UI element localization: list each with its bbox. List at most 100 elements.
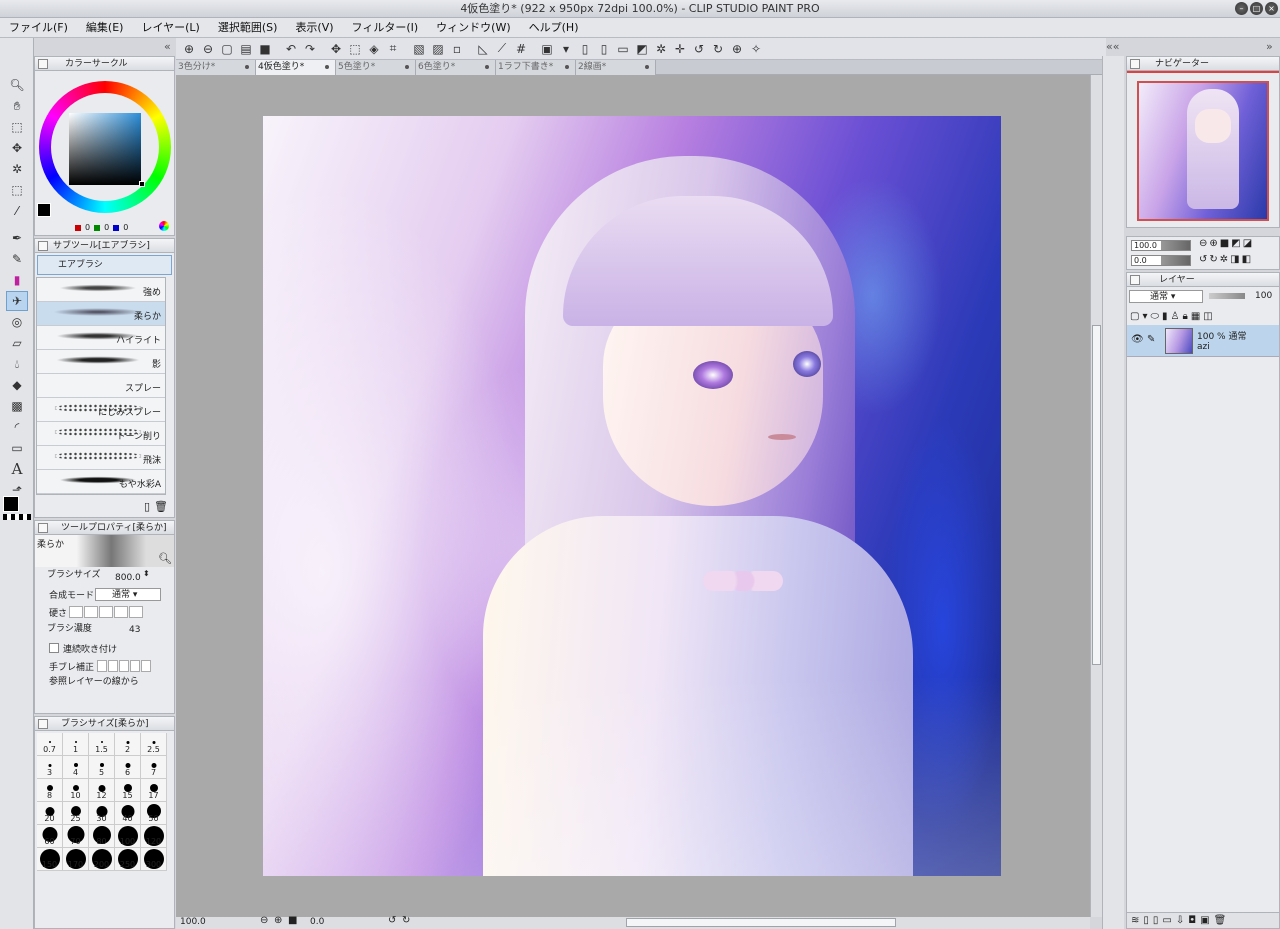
brush-item[interactable]: にじみスプレー bbox=[37, 398, 165, 422]
brush-size-preset[interactable]: 3 bbox=[37, 756, 63, 779]
brush-size-preset[interactable]: 250 bbox=[115, 848, 141, 871]
nav-flip-h-icon[interactable]: ◩ bbox=[1231, 238, 1240, 249]
layer-mask-icon[interactable]: ◫ bbox=[1203, 311, 1212, 322]
page-add-icon[interactable]: ▯ bbox=[595, 40, 613, 58]
airbrush-icon[interactable]: ✈︎ bbox=[6, 291, 28, 311]
clear-icon[interactable]: ▧ bbox=[410, 40, 428, 58]
new-folder-icon[interactable]: ▭ bbox=[1162, 915, 1171, 926]
nav-rotate-right-icon[interactable]: ↻ bbox=[1209, 254, 1217, 265]
magnify-icon[interactable]: 🔍︎ bbox=[158, 552, 172, 565]
display-icon[interactable]: ▣ bbox=[538, 40, 556, 58]
menu-selection[interactable]: 選択範囲(S) bbox=[209, 18, 287, 37]
layer-opacity-value[interactable]: 100 bbox=[1255, 291, 1272, 301]
brush-size-preset[interactable]: 300 bbox=[141, 848, 167, 871]
frame-icon[interactable]: ▭ bbox=[6, 438, 28, 458]
brush-size-preset[interactable]: 1.5 bbox=[89, 733, 115, 756]
layer-draft-icon[interactable]: ▮ bbox=[1162, 311, 1168, 322]
brush-size-preset[interactable]: 20 bbox=[37, 802, 63, 825]
menu-view[interactable]: 表示(V) bbox=[286, 18, 342, 37]
canvas-area[interactable] bbox=[176, 75, 1090, 917]
auto-select-icon[interactable]: ✲ bbox=[6, 159, 28, 179]
selection-tool-icon[interactable]: ⬚ bbox=[6, 180, 28, 200]
subtool-group-tab[interactable]: エアブラシ bbox=[37, 255, 172, 275]
brush-item[interactable]: 飛沫 bbox=[37, 446, 165, 470]
reference-icon[interactable]: ◩ bbox=[633, 40, 651, 58]
brush-item[interactable]: トーン削り bbox=[37, 422, 165, 446]
panel-menu-icon[interactable] bbox=[38, 719, 48, 729]
close-tab-icon[interactable] bbox=[485, 65, 489, 69]
nav-flip-v-icon[interactable]: ◪ bbox=[1243, 238, 1252, 249]
brush-size-preset[interactable]: 25 bbox=[63, 802, 89, 825]
doc-tab[interactable]: 6色塗り* bbox=[416, 60, 496, 75]
nav-zoom-out-icon[interactable]: ⊖ bbox=[1199, 238, 1207, 249]
menu-window[interactable]: ウィンドウ(W) bbox=[427, 18, 519, 37]
layer-stack-icon[interactable]: ≋ bbox=[1131, 915, 1139, 926]
status-zoom[interactable]: 100.0 bbox=[180, 917, 206, 927]
fill-icon[interactable]: ◈ bbox=[365, 40, 383, 58]
layer-opacity-slider[interactable] bbox=[1209, 293, 1245, 299]
ruler-icon[interactable]: ◺ bbox=[474, 40, 492, 58]
target-icon[interactable]: ⊕ bbox=[728, 40, 746, 58]
brush-size-preset[interactable]: 2 bbox=[115, 733, 141, 756]
doc-tab[interactable]: 3色分け* bbox=[176, 60, 256, 75]
delete-subtool-icon[interactable]: 🗑︎ bbox=[154, 500, 168, 513]
delete-layer-icon[interactable]: 🗑︎ bbox=[1214, 915, 1227, 926]
gradient-icon[interactable]: ▩ bbox=[6, 396, 28, 416]
main-color-box[interactable] bbox=[37, 203, 51, 217]
collapse-panel-icon[interactable]: « bbox=[164, 40, 171, 53]
navigator-zoom-slider[interactable]: 100.0 bbox=[1131, 240, 1191, 251]
eraser-icon[interactable]: ▱ bbox=[6, 333, 28, 353]
text-tool-icon[interactable]: A bbox=[6, 459, 28, 479]
brush-size-preset[interactable]: 17 bbox=[141, 779, 167, 802]
brush-size-preset[interactable]: 1 bbox=[63, 733, 89, 756]
menu-file[interactable]: ファイル(F) bbox=[0, 18, 77, 37]
eyedropper-icon[interactable]: ⁄ bbox=[6, 201, 28, 221]
mask-icon[interactable]: ◘ bbox=[1188, 915, 1196, 926]
brush-size-preset[interactable]: 60 bbox=[37, 825, 63, 848]
horizontal-scroll-thumb[interactable] bbox=[626, 918, 896, 927]
brush-size-preset[interactable]: 2.5 bbox=[141, 733, 167, 756]
brush-size-preset[interactable]: 4 bbox=[63, 756, 89, 779]
brush-size-preset[interactable]: 12 bbox=[89, 779, 115, 802]
nav-fit-icon[interactable]: ■ bbox=[1220, 238, 1229, 249]
hand-tool-icon[interactable]: ✋︎ bbox=[6, 96, 28, 116]
open-file-icon[interactable]: ▤ bbox=[237, 40, 255, 58]
brush-icon[interactable]: ▮ bbox=[6, 270, 28, 290]
saturation-value-square[interactable] bbox=[69, 113, 141, 185]
grid-icon[interactable]: # bbox=[512, 40, 530, 58]
nav-mirror-icon[interactable]: ◧ bbox=[1242, 254, 1251, 265]
panel-menu-icon[interactable] bbox=[38, 523, 48, 533]
brush-size-preset[interactable]: 120 bbox=[141, 825, 167, 848]
page-icon[interactable]: ▯ bbox=[576, 40, 594, 58]
new-raster-layer-icon[interactable]: ▯ bbox=[1143, 915, 1149, 926]
blend-mode-select[interactable]: 通常 ▾ bbox=[95, 587, 161, 601]
camera-icon[interactable]: ▣ bbox=[1200, 915, 1209, 926]
merge-down-icon[interactable]: ⇩ bbox=[1176, 915, 1184, 926]
perspective-icon[interactable]: ⟋ bbox=[493, 40, 511, 58]
layer-alpha-lock-icon[interactable]: ▦ bbox=[1191, 311, 1200, 322]
status-rotate[interactable]: 0.0 bbox=[310, 917, 324, 927]
navigator-rotate-slider[interactable]: 0.0 bbox=[1131, 255, 1191, 266]
brush-size-preset[interactable]: 50 bbox=[141, 802, 167, 825]
brush-item[interactable]: スプレー bbox=[37, 374, 165, 398]
expand-right-icon[interactable]: «« bbox=[1106, 40, 1119, 53]
nav-zoom-in-icon[interactable]: ⊕ bbox=[1209, 238, 1217, 249]
save-icon[interactable]: ■ bbox=[256, 40, 274, 58]
brush-size-preset[interactable]: 40 bbox=[115, 802, 141, 825]
brush-size-preset[interactable]: 6 bbox=[115, 756, 141, 779]
vertical-scroll-thumb[interactable] bbox=[1092, 325, 1101, 665]
move-layer-icon[interactable]: ✥ bbox=[6, 138, 28, 158]
doc-tab[interactable]: 5色塗り* bbox=[336, 60, 416, 75]
decoration-icon[interactable]: ◎ bbox=[6, 312, 28, 332]
stabilize-selector[interactable] bbox=[97, 660, 151, 672]
brush-item[interactable]: 強め bbox=[37, 278, 165, 302]
brush-item[interactable]: もや水彩A bbox=[37, 470, 165, 494]
status-rotate-left-icon[interactable]: ↺ bbox=[388, 915, 396, 926]
visibility-eye-icon[interactable]: 👁︎ bbox=[1131, 334, 1144, 345]
artwork-canvas[interactable] bbox=[263, 116, 1001, 876]
panel-menu-icon[interactable] bbox=[38, 59, 48, 69]
panel-menu-icon[interactable] bbox=[1130, 275, 1140, 285]
density-value[interactable]: 43 bbox=[129, 625, 140, 635]
status-fit-icon[interactable]: ■ bbox=[288, 915, 297, 926]
brush-size-preset[interactable]: 10 bbox=[63, 779, 89, 802]
